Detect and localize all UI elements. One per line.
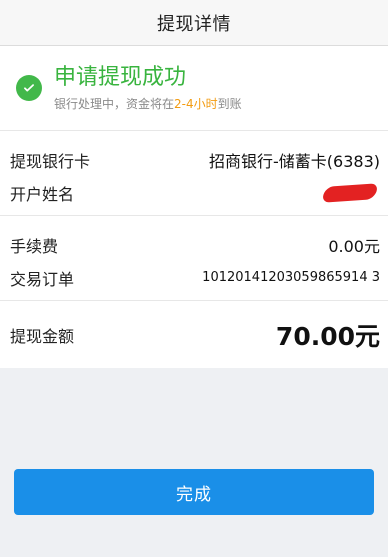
status-title: 申请提现成功: [54, 65, 187, 91]
header: 提现详情: [0, 0, 388, 46]
withdrawal-detail-screen: 提现详情 申请提现成功 银行处理中，资金将在2-4小时到账 提现银行卡 招商银行…: [0, 0, 388, 557]
detail-card: 申请提现成功 银行处理中，资金将在2-4小时到账 提现银行卡 招商银行-储蓄卡(…: [0, 46, 388, 368]
account-name-label: 开户姓名: [10, 184, 75, 204]
amount-row: 提现金额 70.00元: [0, 301, 388, 368]
bank-card-label: 提现银行卡: [10, 151, 91, 171]
status-subtitle-before: 银行处理中，资金将在: [54, 96, 175, 111]
page-title: 提现详情: [157, 13, 231, 35]
status-subtitle: 银行处理中，资金将在2-4小时到账: [54, 95, 242, 112]
order-value: 10120141203059865914 3: [202, 270, 380, 285]
amount-value: 70.00元: [275, 321, 380, 351]
status-subtitle-highlight: 2-4小时: [174, 96, 218, 111]
fee-label: 手续费: [10, 236, 59, 256]
status-text: 申请提现成功 银行处理中，资金将在2-4小时到账: [54, 64, 242, 111]
account-name-redacted: [321, 182, 379, 203]
status-card: 申请提现成功 银行处理中，资金将在2-4小时到账: [0, 46, 388, 131]
bank-card-value: 招商银行-储蓄卡(6383): [209, 151, 380, 171]
check-mark-icon: [24, 84, 34, 92]
account-name-row: 开户姓名: [0, 176, 388, 209]
done-button[interactable]: 完成: [14, 469, 374, 515]
amount-label: 提现金额: [10, 326, 75, 346]
status-subtitle-after: 到账: [217, 96, 242, 111]
order-row: 交易订单 10120141203059865914 3: [0, 261, 388, 294]
order-label: 交易订单: [10, 269, 75, 289]
bank-info-section: 提现银行卡 招商银行-储蓄卡(6383) 开户姓名: [0, 131, 388, 216]
fee-row: 手续费 0.00元: [0, 228, 388, 261]
bank-card-row: 提现银行卡 招商银行-储蓄卡(6383): [0, 143, 388, 176]
check-circle-icon: [16, 75, 42, 101]
fee-section: 手续费 0.00元 交易订单 10120141203059865914 3: [0, 216, 388, 301]
fee-value: 0.00元: [328, 236, 380, 256]
